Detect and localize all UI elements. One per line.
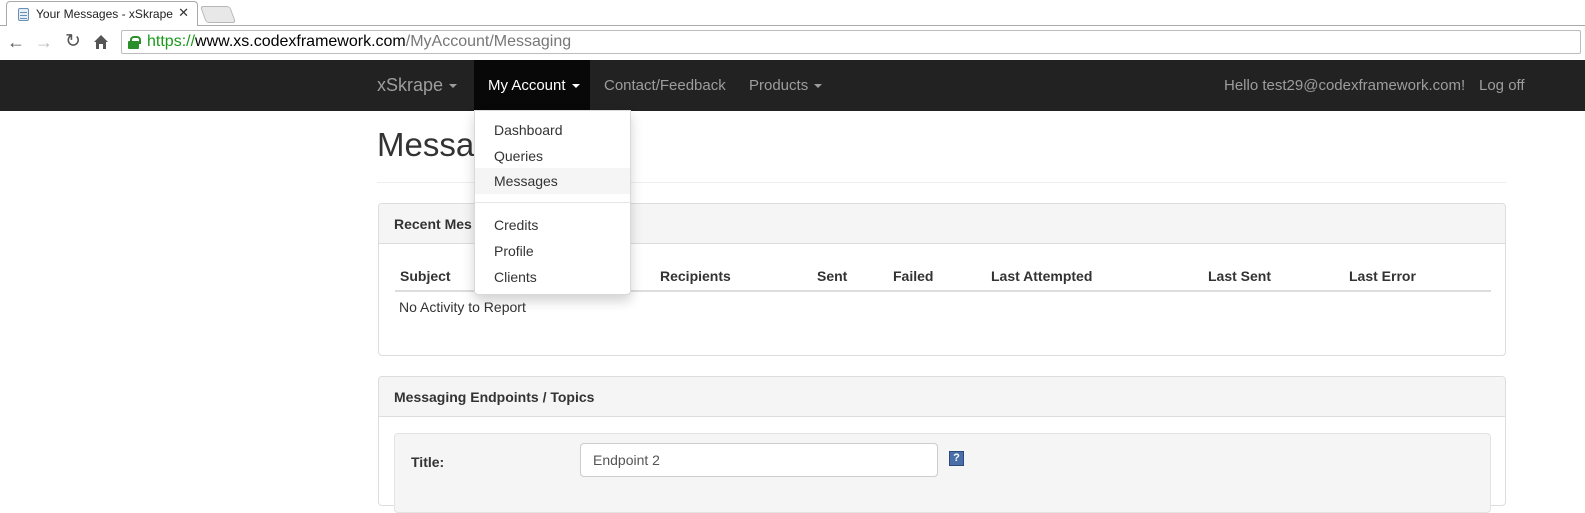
column-header-recipients: Recipients: [660, 268, 731, 284]
browser-toolbar: ← → ↻ https://www.xs.codexframework.com/…: [0, 26, 1585, 60]
dropdown-item-messages[interactable]: Messages: [475, 168, 630, 194]
user-greeting-link[interactable]: Hello test29@codexframework.com!: [1224, 60, 1465, 111]
column-header-subject: Subject: [400, 268, 451, 284]
browser-tab[interactable]: Your Messages - xSkrape ✕: [6, 1, 198, 26]
title-input[interactable]: [580, 443, 938, 477]
dropdown-divider: [475, 202, 630, 203]
caret-down-icon: [571, 84, 580, 89]
dropdown-item-profile[interactable]: Profile: [475, 238, 630, 264]
column-header-last-attempted: Last Attempted: [991, 268, 1093, 284]
home-icon[interactable]: [90, 31, 112, 53]
logoff-link[interactable]: Log off: [1479, 60, 1525, 111]
browser-tabstrip: Your Messages - xSkrape ✕: [0, 0, 1585, 26]
title-label: Title:: [411, 454, 445, 470]
help-icon[interactable]: ?: [949, 451, 964, 466]
secure-lock-icon: [128, 36, 141, 49]
messaging-endpoints-panel: Messaging Endpoints / Topics Title: ?: [378, 376, 1506, 513]
site-navbar: xSkrape My Account Contact/Feedback Prod…: [0, 60, 1585, 111]
new-tab-button[interactable]: [199, 6, 237, 23]
url-text: https://www.xs.codexframework.com/MyAcco…: [147, 33, 572, 50]
forward-arrow-icon[interactable]: →: [33, 31, 55, 53]
contact-feedback-link[interactable]: Contact/Feedback: [604, 60, 726, 111]
page-favicon-icon: [18, 8, 29, 21]
dropdown-item-clients[interactable]: Clients: [475, 264, 630, 290]
address-bar[interactable]: https://www.xs.codexframework.com/MyAcco…: [121, 30, 1581, 54]
empty-table-message: No Activity to Report: [399, 299, 526, 315]
close-tab-icon[interactable]: ✕: [178, 5, 189, 21]
dropdown-item-dashboard[interactable]: Dashboard: [475, 117, 630, 143]
back-arrow-icon[interactable]: ←: [5, 31, 27, 53]
my-account-menu[interactable]: My Account: [474, 60, 590, 111]
tab-title: Your Messages - xSkrape: [36, 7, 173, 21]
caret-down-icon: [814, 84, 823, 89]
column-header-last-error: Last Error: [1349, 268, 1416, 284]
caret-down-icon: [449, 84, 458, 89]
column-header-failed: Failed: [893, 268, 934, 284]
column-header-sent: Sent: [817, 268, 848, 284]
products-menu[interactable]: Products: [749, 60, 823, 111]
endpoint-form: Title: ?: [394, 433, 1491, 513]
column-header-last-sent: Last Sent: [1208, 268, 1272, 284]
dropdown-item-queries[interactable]: Queries: [475, 143, 630, 169]
reload-icon[interactable]: ↻: [62, 31, 84, 53]
my-account-dropdown: Dashboard Queries Messages Credits Profi…: [474, 110, 631, 295]
dropdown-item-credits[interactable]: Credits: [475, 212, 630, 238]
brand-menu[interactable]: xSkrape: [377, 60, 458, 111]
panel-heading: Messaging Endpoints / Topics: [379, 377, 1505, 417]
